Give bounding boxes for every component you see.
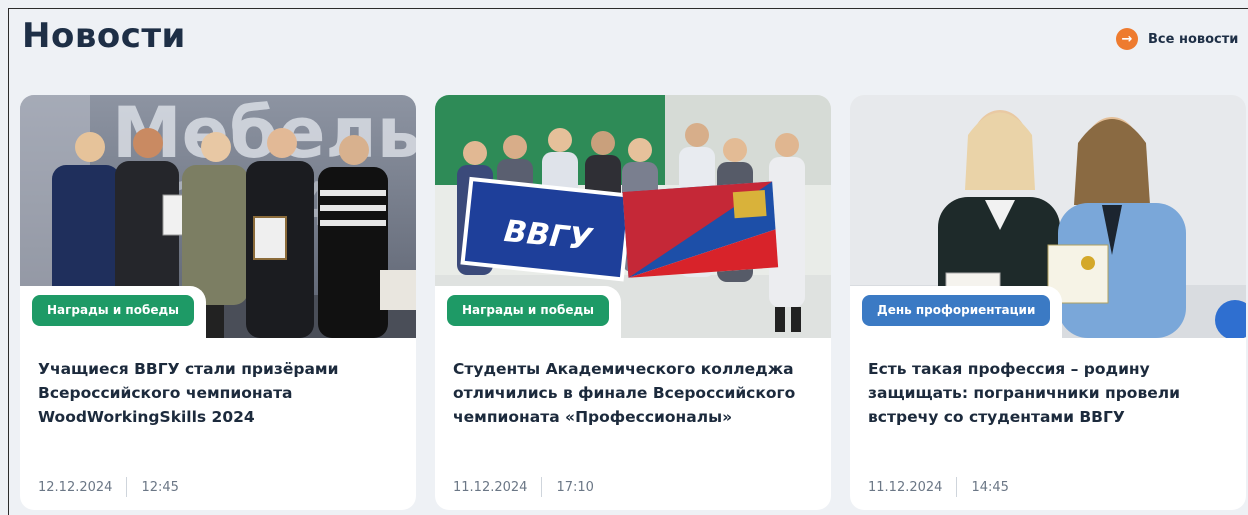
news-card[interactable]: Мебель 2024 bbox=[20, 95, 416, 510]
meta-divider bbox=[956, 477, 958, 497]
news-date: 11.12.2024 bbox=[868, 479, 943, 495]
arrow-right-icon: → bbox=[1116, 28, 1138, 50]
news-card[interactable]: ВВГУ Награды и победы Студенты Академиче… bbox=[435, 95, 831, 510]
meta-divider bbox=[541, 477, 543, 497]
all-news-link[interactable]: → Все новости bbox=[1116, 28, 1238, 50]
tag-container: День профориентации bbox=[850, 286, 1063, 338]
news-headline[interactable]: Студенты Академического колледжа отличил… bbox=[453, 357, 813, 429]
news-date: 11.12.2024 bbox=[453, 479, 528, 495]
all-news-label: Все новости bbox=[1148, 31, 1239, 47]
category-tag[interactable]: День профориентации bbox=[862, 295, 1051, 326]
news-headline[interactable]: Есть такая профессия – родину защищать: … bbox=[868, 357, 1228, 429]
meta-divider bbox=[126, 477, 128, 497]
category-tag[interactable]: Награды и победы bbox=[447, 295, 609, 326]
category-tag[interactable]: Награды и победы bbox=[32, 295, 194, 326]
section-title: Новости bbox=[22, 16, 186, 56]
news-time: 12:45 bbox=[141, 479, 179, 495]
news-headline[interactable]: Учащиеся ВВГУ стали призёрами Всероссийс… bbox=[38, 357, 398, 429]
news-time: 17:10 bbox=[556, 479, 594, 495]
news-time: 14:45 bbox=[971, 479, 1009, 495]
news-date: 12.12.2024 bbox=[38, 479, 113, 495]
news-card[interactable]: День профориентации Есть такая профессия… bbox=[850, 95, 1246, 510]
news-meta: 11.12.2024 14:45 bbox=[868, 477, 1009, 497]
news-meta: 12.12.2024 12:45 bbox=[38, 477, 179, 497]
tag-container: Награды и победы bbox=[20, 286, 206, 338]
tag-container: Награды и победы bbox=[435, 286, 621, 338]
news-meta: 11.12.2024 17:10 bbox=[453, 477, 594, 497]
